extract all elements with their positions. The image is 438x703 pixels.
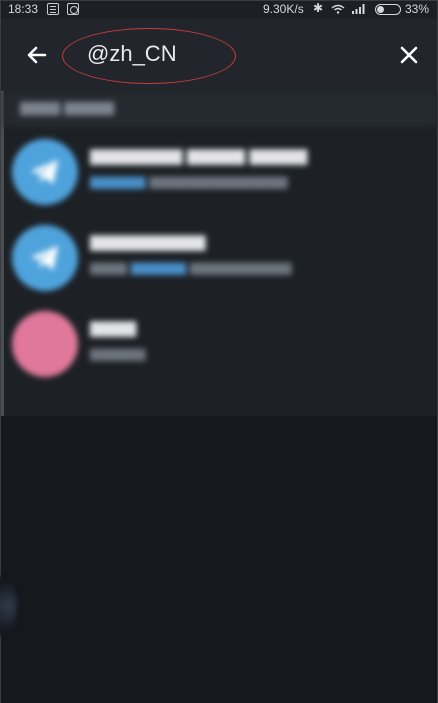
result-title-redacted: ▇▇▇▇▇▇▇▇ ▇▇▇▇▇ ▇▇▇▇▇ [90,147,308,165]
empty-area [1,416,437,703]
bluetooth-icon: ✱ [313,1,324,15]
network-speed: 9.30K/s [263,2,304,16]
result-title-redacted: ▇▇▇▇▇▇▇▇▇▇ [90,233,206,251]
result-subtitle-redacted: ▇▇▇▇▇▇ [90,347,146,361]
result-subtitle-redacted: ▇▇▇▇▇▇ ▇▇▇▇▇▇▇▇▇▇▇▇▇▇▇ [90,175,288,189]
battery-percent: 33% [405,2,430,16]
avatar [12,139,78,205]
result-subtitle-redacted: ▇▇▇▇ ▇▇▇▇▇▇ ▇▇▇▇▇▇▇▇▇▇▇ [90,261,292,275]
result-item[interactable]: ▇▇▇▇▇▇▇▇▇▇ ▇▇▇▇ ▇▇▇▇▇▇ ▇▇▇▇▇▇▇▇▇▇▇ [4,217,437,303]
status-time: 18:33 [8,2,39,16]
status-bar: 18:33 9.30K/s ✱ 33% [1,1,437,19]
result-item[interactable]: ▇▇▇▇▇▇▇▇ ▇▇▇▇▇ ▇▇▇▇▇ ▇▇▇▇▇▇ ▇▇▇▇▇▇▇▇▇▇▇▇… [4,131,437,217]
search-input[interactable] [87,37,347,71]
battery-fill [377,6,384,13]
wifi-icon [331,4,345,14]
search-header [1,19,437,91]
section-header: ▇▇▇▇ ▇▇▇▇▇ [4,91,437,127]
back-arrow-icon[interactable] [21,39,53,71]
telegram-icon [31,160,58,184]
close-icon[interactable] [393,39,425,71]
result-title-redacted: ▇▇▇▇ [90,319,137,337]
search-results: ▇▇▇▇ ▇▇▇▇▇ ▇▇▇▇▇▇▇▇ ▇▇▇▇▇ ▇▇▇▇▇ ▇▇▇▇▇▇ ▇… [1,91,437,416]
battery-icon [375,4,401,15]
section-header-redacted: ▇▇▇▇ ▇▇▇▇▇ [20,101,115,116]
signal-icon [352,4,365,14]
result-item[interactable]: ▇▇▇▇ ▇▇▇▇▇▇ [4,303,437,389]
avatar [12,311,78,377]
telegram-icon [31,246,58,270]
notification-icon [47,3,59,15]
sync-icon [67,3,79,15]
avatar [12,225,78,291]
